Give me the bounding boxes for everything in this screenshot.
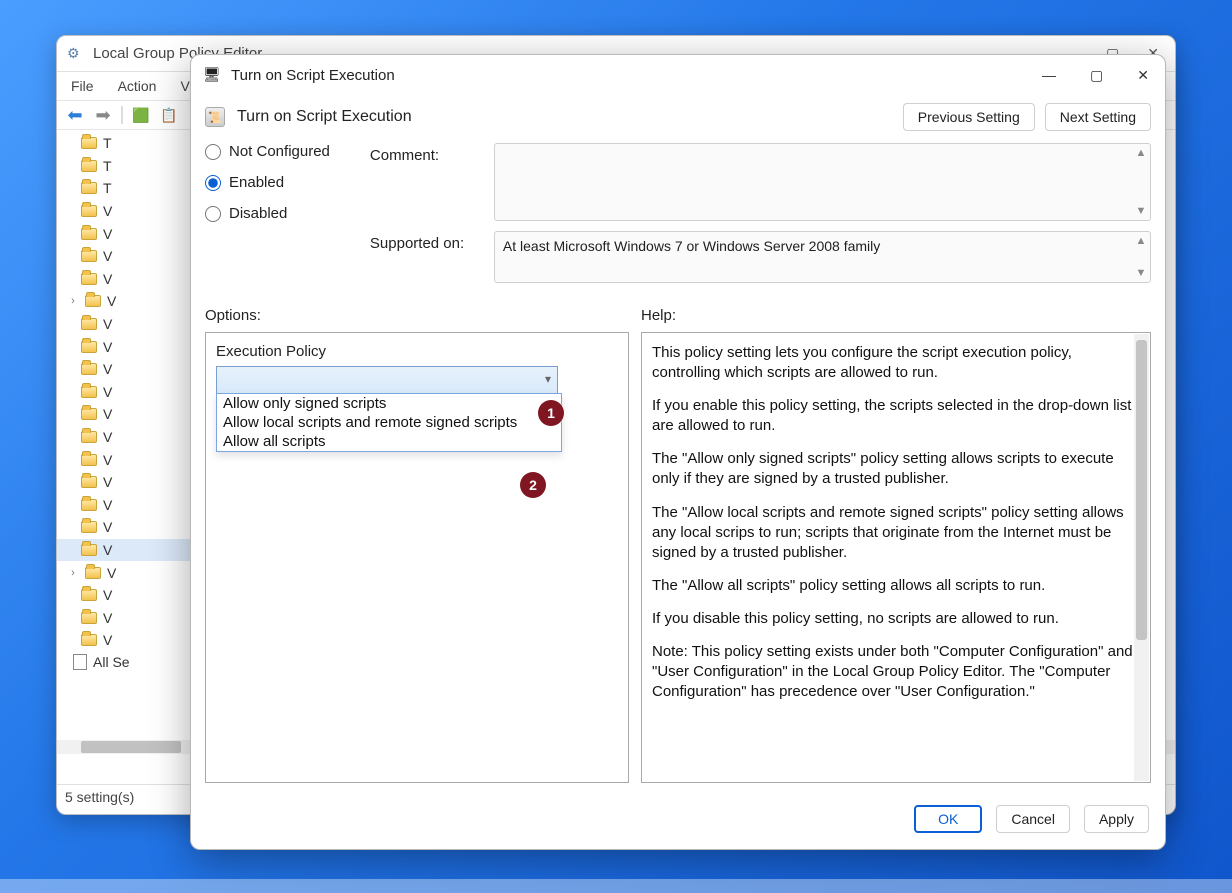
all-settings[interactable]: All Se <box>93 654 130 670</box>
help-panel: This policy setting lets you configure t… <box>641 332 1151 783</box>
view-icon[interactable]: 📋 <box>159 105 179 125</box>
policy-icon <box>203 66 221 84</box>
ok-button[interactable]: OK <box>914 805 982 833</box>
folder-icon <box>81 499 97 511</box>
folder-icon <box>81 521 97 533</box>
folder-icon <box>81 454 97 466</box>
scroll-up-icon[interactable]: ▲ <box>1134 234 1148 248</box>
execution-policy-dropdown: Allow only signed scripts Allow local sc… <box>216 393 562 452</box>
folder-icon <box>81 634 97 646</box>
folder-icon <box>81 205 97 217</box>
folder-icon <box>81 160 97 172</box>
folder-icon <box>81 318 97 330</box>
expand-icon[interactable]: › <box>67 567 79 579</box>
folder-icon <box>81 476 97 488</box>
supported-textbox: At least Microsoft Windows 7 or Windows … <box>494 231 1151 283</box>
comment-label: Comment: <box>370 143 480 164</box>
folder-icon <box>81 228 97 240</box>
policy-name: Turn on Script Execution <box>237 108 412 126</box>
execution-policy-combo[interactable] <box>216 366 558 396</box>
folder-icon <box>81 137 97 149</box>
dialog-header: 📜 Turn on Script Execution Previous Sett… <box>191 95 1165 143</box>
options-panel: Execution Policy Allow only signed scrip… <box>205 332 629 783</box>
refresh-icon[interactable]: 🟩 <box>131 105 151 125</box>
radio-not-configured[interactable]: Not Configured <box>205 143 330 160</box>
folder-icon <box>81 386 97 398</box>
folder-icon <box>85 567 101 579</box>
folder-icon <box>81 273 97 285</box>
forward-icon[interactable]: ➡ <box>93 105 113 125</box>
dialog-title: Turn on Script Execution <box>231 67 395 84</box>
vertical-scrollbar[interactable] <box>1134 334 1149 781</box>
annotation-callout-1: 1 <box>538 400 564 426</box>
menu-action[interactable]: Action <box>118 78 157 94</box>
taskbar <box>0 879 1232 893</box>
folder-icon <box>81 341 97 353</box>
help-text: This policy setting lets you configure t… <box>652 343 1140 702</box>
folder-icon <box>85 295 101 307</box>
folder-icon <box>81 408 97 420</box>
dropdown-option-all[interactable]: Allow all scripts <box>217 432 561 451</box>
doc-icon <box>73 654 87 670</box>
dialog-titlebar: Turn on Script Execution — ▢ ✕ <box>191 55 1165 95</box>
next-setting-button[interactable]: Next Setting <box>1045 103 1151 131</box>
close-icon[interactable]: ✕ <box>1137 67 1149 84</box>
folder-icon <box>81 182 97 194</box>
supported-label: Supported on: <box>370 231 480 252</box>
help-label: Help: <box>641 307 1151 324</box>
scroll-down-icon[interactable]: ▼ <box>1134 266 1148 280</box>
folder-icon <box>81 544 97 556</box>
folder-icon <box>81 589 97 601</box>
apply-button[interactable]: Apply <box>1084 805 1149 833</box>
dialog-footer: OK Cancel Apply <box>191 791 1165 849</box>
maximize-icon[interactable]: ▢ <box>1090 67 1103 84</box>
scroll-up-icon[interactable]: ▲ <box>1134 146 1148 160</box>
radio-enabled[interactable]: Enabled <box>205 174 330 191</box>
folder-icon <box>81 431 97 443</box>
policy-dialog: Turn on Script Execution — ▢ ✕ 📜 Turn on… <box>190 54 1166 850</box>
folder-icon <box>81 250 97 262</box>
previous-setting-button[interactable]: Previous Setting <box>903 103 1035 131</box>
annotation-callout-2: 2 <box>520 472 546 498</box>
gpedit-icon <box>67 45 85 63</box>
expand-icon[interactable]: › <box>67 295 79 307</box>
comment-textbox[interactable]: ▲ ▼ <box>494 143 1151 221</box>
cancel-button[interactable]: Cancel <box>996 805 1070 833</box>
dropdown-option-signed[interactable]: Allow only signed scripts <box>217 394 561 413</box>
options-label: Options: <box>205 307 629 324</box>
scroll-icon: 📜 <box>205 107 225 127</box>
back-icon[interactable]: ⬅ <box>65 105 85 125</box>
folder-icon <box>81 363 97 375</box>
minimize-icon[interactable]: — <box>1042 67 1056 84</box>
dropdown-option-local-remote[interactable]: Allow local scripts and remote signed sc… <box>217 413 561 432</box>
state-section: Not Configured Enabled Disabled Comment:… <box>191 143 1165 303</box>
menu-file[interactable]: File <box>71 78 94 94</box>
folder-icon <box>81 612 97 624</box>
scroll-down-icon[interactable]: ▼ <box>1134 204 1148 218</box>
radio-disabled[interactable]: Disabled <box>205 205 330 222</box>
execution-policy-label: Execution Policy <box>216 343 618 360</box>
